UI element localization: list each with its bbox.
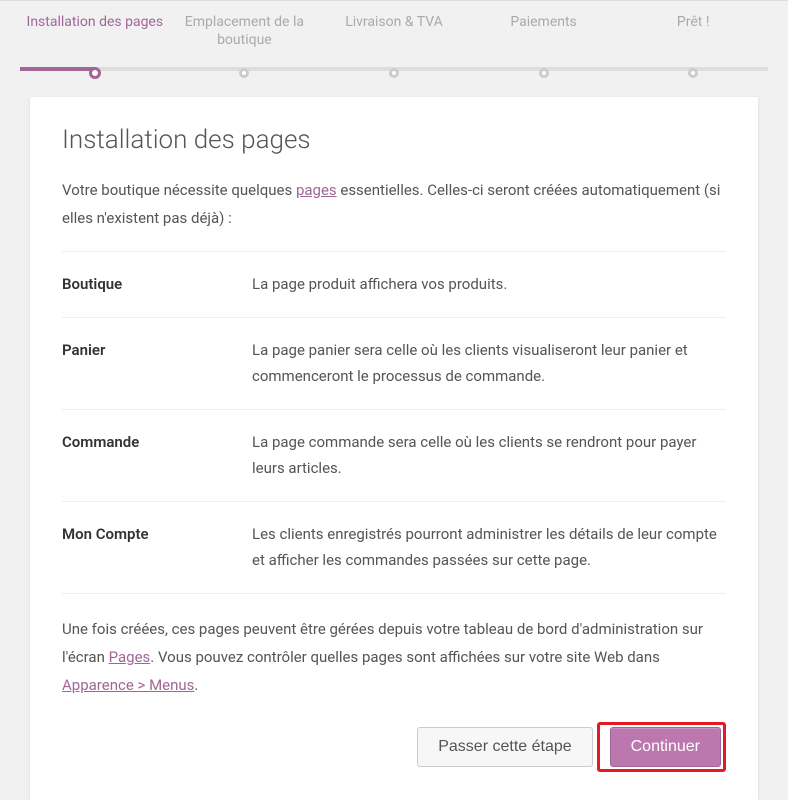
step-label: Prêt ! (677, 14, 710, 30)
step-dot-icon (539, 68, 549, 78)
table-row: Boutique La page produit affichera vos p… (62, 251, 726, 318)
continue-button[interactable]: Continuer (610, 727, 721, 767)
page-desc: La page commande sera celle où les clien… (252, 410, 726, 502)
step-label: Emplacement de la boutique (185, 14, 304, 48)
progress-fill (20, 67, 95, 71)
page-desc: Les clients enregistrés pourront adminis… (252, 502, 726, 594)
setup-stepper: Installation des pages Emplacement de la… (0, 1, 788, 71)
intro-text: Votre boutique nécessite quelques pages … (62, 177, 726, 233)
step-payments[interactable]: Paiements (469, 13, 619, 71)
wizard-card: Installation des pages Votre boutique né… (30, 97, 758, 799)
step-label: Installation des pages (27, 14, 164, 30)
page-desc: La page panier sera celle où les clients… (252, 318, 726, 410)
annotation-highlight: Continuer (597, 722, 726, 772)
step-label: Livraison & TVA (345, 14, 443, 30)
table-row: Commande La page commande sera celle où … (62, 410, 726, 502)
page-name: Panier (62, 318, 252, 410)
table-row: Panier La page panier sera celle où les … (62, 318, 726, 410)
skip-button[interactable]: Passer cette étape (417, 727, 592, 767)
page-desc: La page produit affichera vos produits. (252, 251, 726, 318)
step-shipping-tax[interactable]: Livraison & TVA (319, 13, 469, 71)
step-dot-icon (688, 68, 698, 78)
pages-admin-link[interactable]: Pages (109, 648, 151, 666)
page-name: Commande (62, 410, 252, 502)
step-ready[interactable]: Prêt ! (618, 13, 768, 71)
page-name: Mon Compte (62, 502, 252, 594)
appearance-menus-link[interactable]: Apparence > Menus (62, 676, 194, 694)
step-dot-icon (389, 68, 399, 78)
outro-text: Une fois créées, ces pages peuvent être … (62, 616, 726, 699)
step-store-location[interactable]: Emplacement de la boutique (170, 13, 320, 71)
step-label: Paiements (510, 14, 576, 30)
page-name: Boutique (62, 251, 252, 318)
pages-table: Boutique La page produit affichera vos p… (62, 251, 726, 595)
step-dot-icon (239, 68, 249, 78)
table-row: Mon Compte Les clients enregistrés pourr… (62, 502, 726, 594)
step-page-setup[interactable]: Installation des pages (20, 13, 170, 71)
pages-link[interactable]: pages (296, 181, 337, 199)
step-dot-icon (89, 67, 101, 79)
page-title: Installation des pages (62, 125, 726, 155)
wizard-actions: Passer cette étape Continuer (62, 722, 726, 772)
